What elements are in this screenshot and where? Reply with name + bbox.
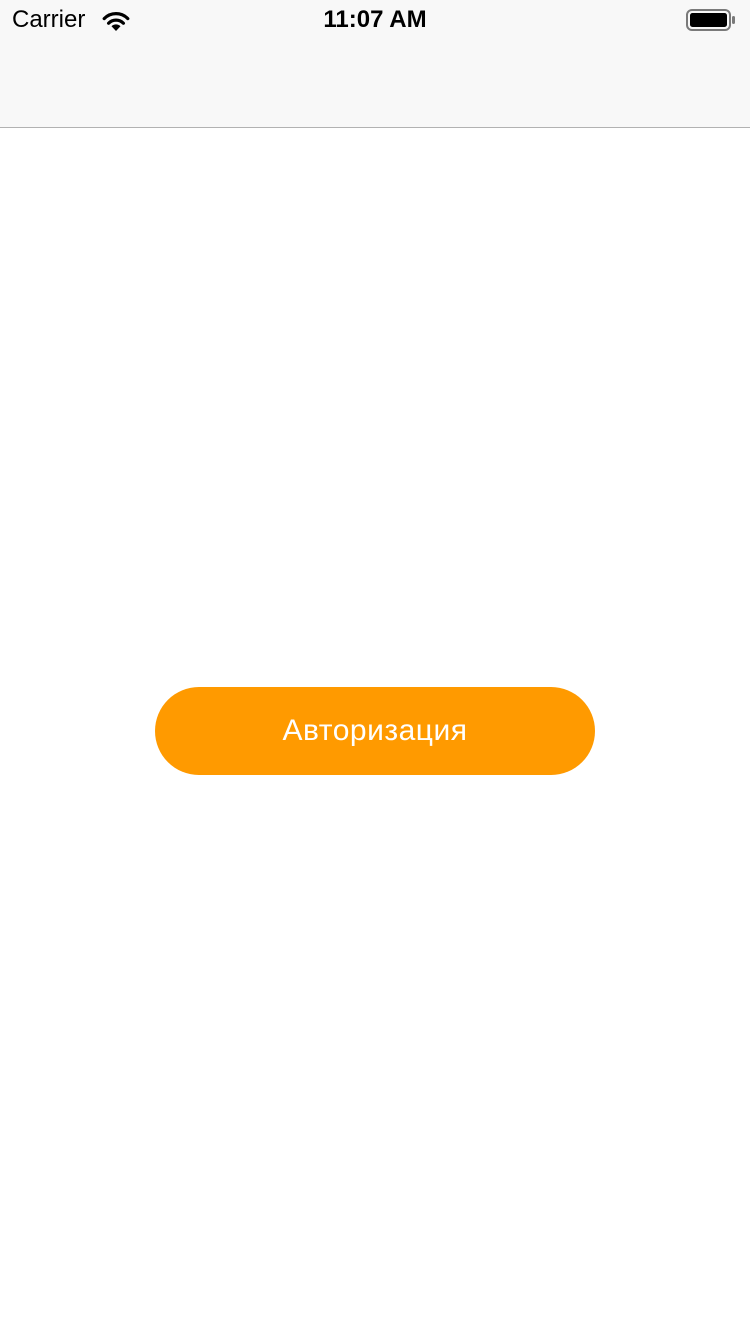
top-bar: Carrier 11:07 AM (0, 0, 750, 128)
status-bar: Carrier 11:07 AM (0, 0, 750, 40)
status-time: 11:07 AM (323, 6, 427, 33)
app-screen: Carrier 11:07 AM Авторизация (0, 0, 750, 1334)
battery-icon (686, 9, 735, 31)
authorization-button[interactable]: Авторизация (155, 687, 595, 775)
navigation-bar (0, 40, 750, 128)
